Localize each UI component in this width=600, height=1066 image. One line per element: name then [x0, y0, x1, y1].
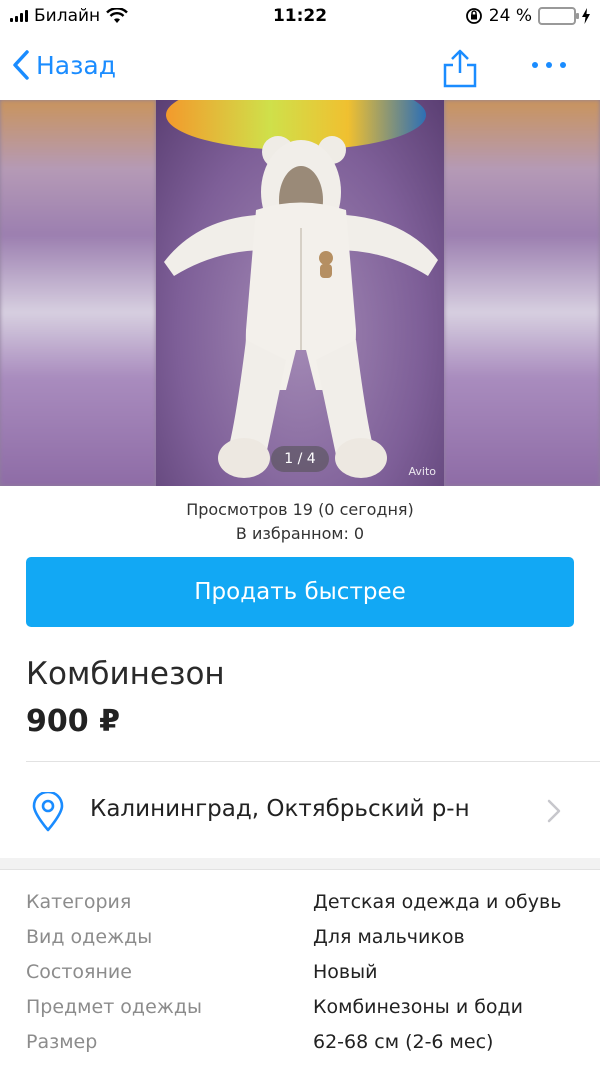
listing-title: Комбинезон — [26, 656, 225, 692]
snowsuit-illustration — [164, 136, 438, 478]
param-key: Предмет одежды — [26, 995, 203, 1018]
param-row: Категория Детская одежда и обувь — [26, 884, 586, 919]
param-row: Вид одежды Для мальчиков — [26, 919, 586, 954]
location-pin-icon — [32, 792, 64, 832]
favorites-count: В избранном: 0 — [235, 524, 365, 543]
avito-watermark: Avito — [408, 465, 437, 478]
battery-percent: 24 % — [488, 6, 532, 26]
param-row: Предмет одежды Комбинезоны и боди — [26, 989, 586, 1024]
nav-bar: Назад — [0, 34, 600, 100]
charging-icon — [582, 8, 590, 24]
section-separator — [0, 858, 600, 870]
param-value: Комбинезоны и боди — [313, 995, 524, 1018]
param-value: 62-68 см (2-6 мес) — [313, 1030, 494, 1053]
back-button[interactable]: Назад — [12, 50, 116, 80]
listing-price: 900 ₽ — [26, 704, 120, 739]
sell-faster-button[interactable]: Продать быстрее — [26, 557, 574, 627]
param-value: Новый — [313, 960, 378, 983]
share-icon[interactable] — [440, 48, 480, 88]
param-key: Вид одежды — [26, 925, 153, 948]
location-row[interactable]: Калининград, Октябрьский р-н — [0, 762, 600, 858]
param-key: Размер — [26, 1030, 98, 1053]
param-value: Для мальчиков — [313, 925, 465, 948]
page-indicator: 1 / 4 — [271, 446, 329, 472]
status-right: 24 % — [465, 6, 590, 26]
listing-photo[interactable]: 1 / 4 Avito — [156, 100, 444, 486]
listing-stats: Просмотров 19 (0 сегодня) В избранном: 0 — [0, 498, 600, 546]
back-label: Назад — [36, 50, 117, 80]
battery-icon — [538, 7, 579, 25]
param-row: Размер 62-68 см (2-6 мес) — [26, 1024, 586, 1059]
param-row: Состояние Новый — [26, 954, 586, 989]
gallery-blur-right — [444, 100, 600, 486]
param-value: Детская одежда и обувь — [313, 890, 562, 913]
chevron-left-icon — [13, 50, 29, 80]
photo-gallery[interactable]: 1 / 4 Avito — [0, 100, 600, 486]
gallery-blur-left — [0, 100, 156, 486]
rotation-lock-icon — [465, 8, 482, 24]
param-key: Категория — [26, 890, 132, 913]
location-text: Калининград, Октябрьский р-н — [90, 796, 470, 822]
param-key: Состояние — [26, 960, 132, 983]
params-list: Категория Детская одежда и обувь Вид оде… — [26, 884, 586, 1059]
more-options-icon[interactable] — [532, 62, 566, 68]
chevron-right-icon — [547, 799, 561, 823]
status-bar: Билайн 11:22 24 % — [0, 0, 600, 34]
views-count: Просмотров 19 (0 сегодня) — [186, 500, 414, 519]
